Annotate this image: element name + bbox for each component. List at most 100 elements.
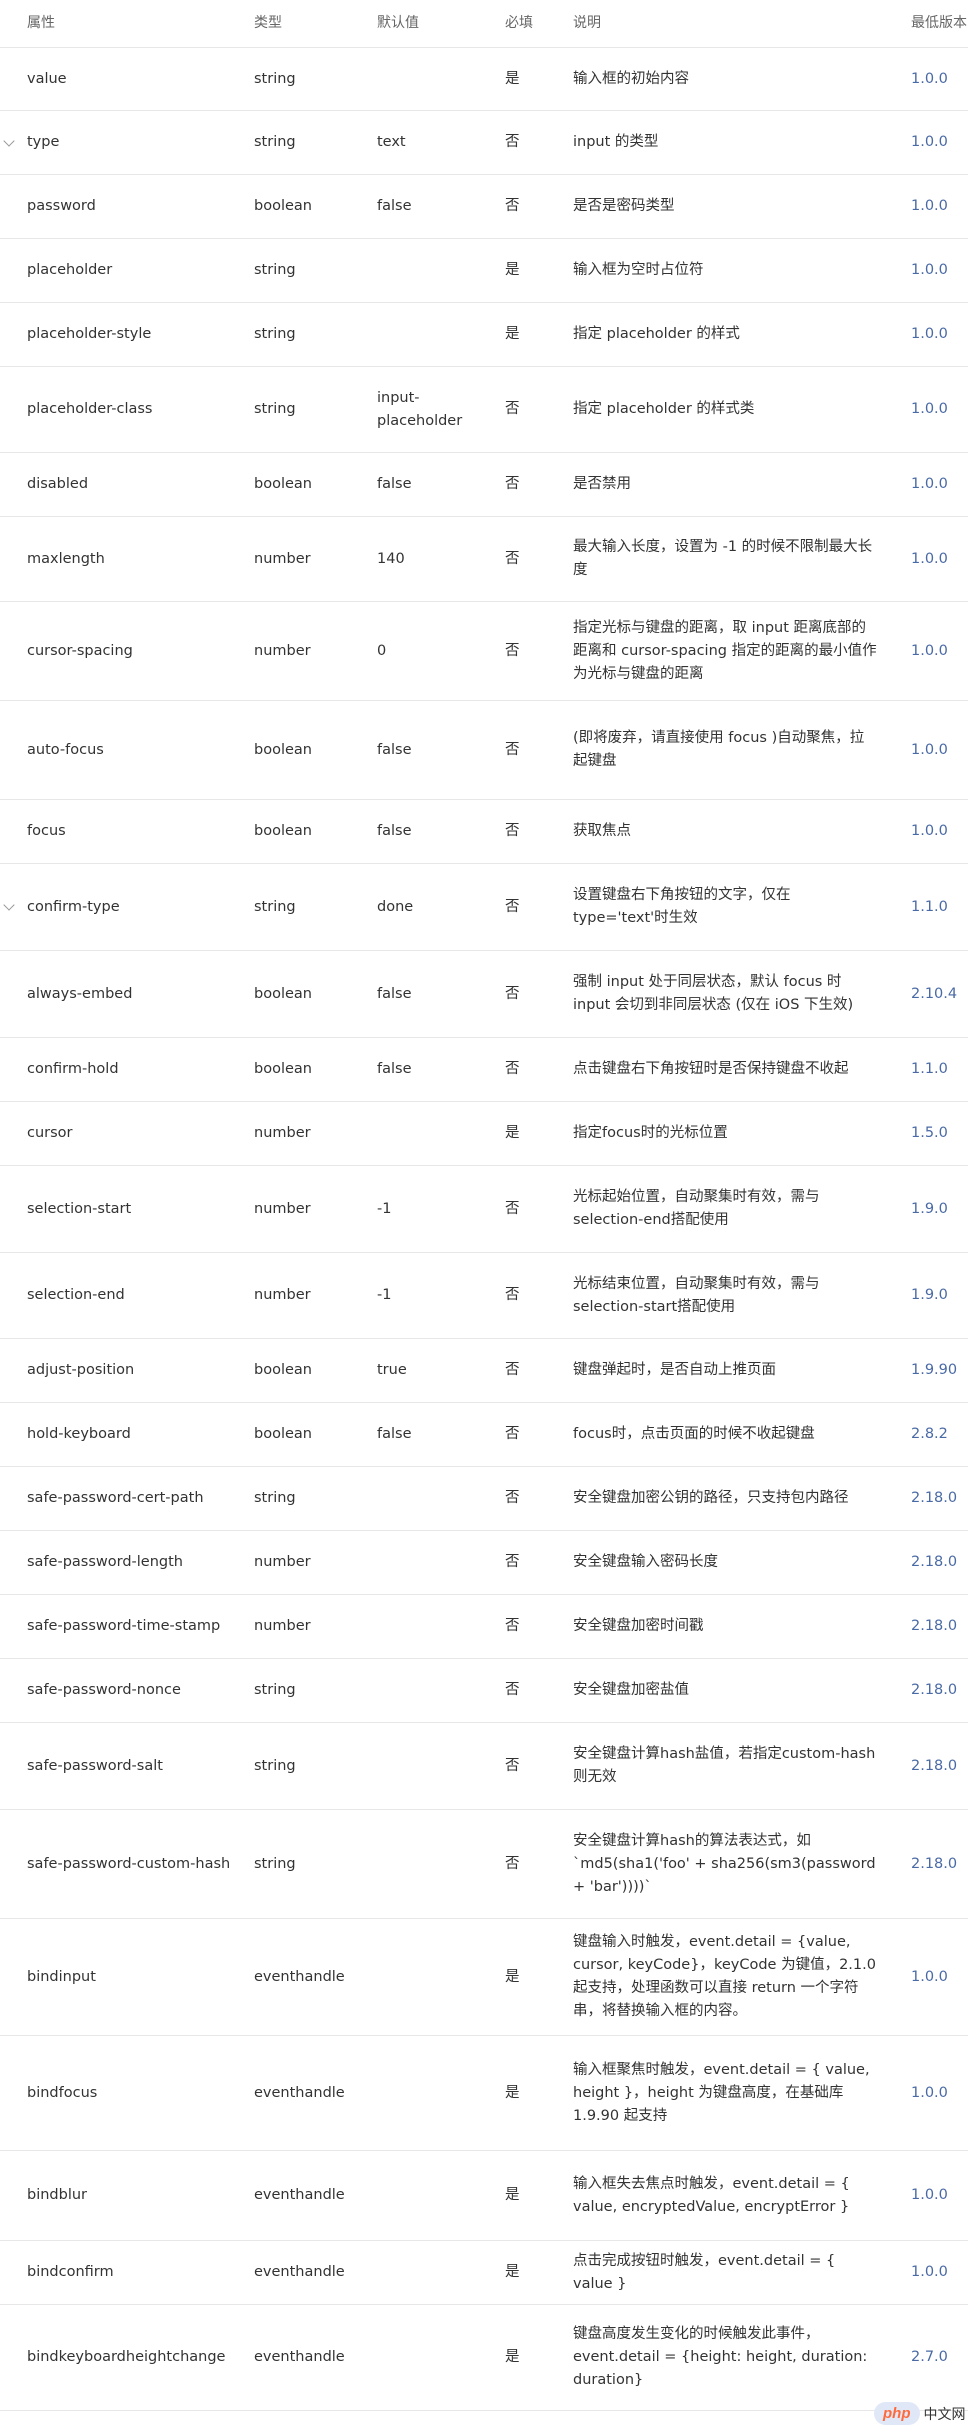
cell-default — [377, 1723, 492, 1809]
cell-default-text: false — [377, 476, 412, 492]
cell-version[interactable]: 1.0.0 — [911, 2036, 971, 2150]
cell-name-text: confirm-type — [27, 898, 120, 915]
cell-version[interactable]: 1.5.0 — [911, 1102, 971, 1165]
cell-name-text: safe-password-time-stamp — [27, 1618, 221, 1634]
cell-version-text: 1.0.0 — [911, 2187, 948, 2203]
cell-default: 0 — [377, 602, 492, 700]
cell-name: adjust-position — [27, 1339, 252, 1402]
table-body: value string 是 输入框的初始内容 1.0.0 type string text 否… — [0, 48, 968, 2411]
cell-description-text: 安全键盘输入密码长度 — [573, 1554, 718, 1570]
cell-type: boolean — [254, 800, 374, 863]
site-name: 中文网 — [923, 2406, 966, 2423]
cell-version[interactable]: 2.18.0 — [911, 1810, 971, 1918]
cell-type-text: boolean — [254, 823, 312, 839]
cell-version-text: 1.0.0 — [911, 134, 948, 150]
table-row: selection-start number -1 否 光标起始位置，自动聚集时有效，需… — [0, 1166, 968, 1253]
table-row: placeholder-style string 是 指定 placeholder 的… — [0, 303, 968, 367]
cell-version[interactable]: 1.0.0 — [911, 1919, 971, 2035]
cell-required-text: 是 — [505, 2084, 520, 2101]
cell-name: placeholder-style — [27, 303, 252, 366]
cell-name: placeholder — [27, 239, 252, 302]
cell-version[interactable]: 1.0.0 — [911, 602, 971, 700]
cell-version[interactable]: 1.1.0 — [911, 864, 971, 950]
cell-version[interactable]: 1.0.0 — [911, 303, 971, 366]
cell-type-text: number — [254, 1287, 311, 1303]
cell-version-text: 2.18.0 — [911, 1618, 958, 1634]
properties-table: 属性 类型 默认值 必填 说明 最低版本 value string 是 输入框的初始内… — [0, 0, 968, 2411]
cell-required-text: 是 — [505, 2264, 520, 2280]
cell-version[interactable]: 2.18.0 — [911, 1531, 971, 1594]
table-header: 属性 类型 默认值 必填 说明 最低版本 — [0, 0, 968, 48]
cell-default — [377, 2151, 492, 2240]
cell-required-text: 否 — [505, 985, 520, 1002]
cell-version[interactable]: 1.0.0 — [911, 2151, 971, 2240]
cell-version[interactable]: 1.0.0 — [911, 453, 971, 516]
header-version: 最低版本 — [911, 15, 967, 31]
cell-description: 最大输入长度，设置为 -1 的时候不限制最大长度 — [573, 517, 878, 601]
cell-name-text: placeholder — [27, 262, 113, 278]
cell-default: false — [377, 1403, 492, 1466]
cell-version[interactable]: 2.18.0 — [911, 1595, 971, 1658]
cell-description: 安全键盘加密时间戳 — [573, 1595, 878, 1658]
cell-type-text: string — [254, 898, 296, 915]
cell-version[interactable]: 1.0.0 — [911, 800, 971, 863]
cell-version-text: 1.0.0 — [911, 642, 948, 659]
cell-version[interactable]: 1.0.0 — [911, 175, 971, 238]
cell-name: bindkeyboardheightchange — [27, 2305, 252, 2410]
cell-description-text: 最大输入长度，设置为 -1 的时候不限制最大长度 — [573, 539, 873, 578]
cell-description-text: 键盘弹起时，是否自动上推页面 — [573, 1362, 776, 1378]
cell-description: 强制 input 处于同层状态，默认 focus 时 input 会切到非同层状… — [573, 951, 878, 1037]
cell-required: 否 — [505, 517, 545, 601]
cell-version[interactable]: 2.18.0 — [911, 1723, 971, 1809]
cell-required-text: 是 — [505, 1125, 520, 1141]
cell-default: false — [377, 701, 492, 799]
cell-type-text: boolean — [254, 476, 312, 492]
cell-version[interactable]: 1.0.0 — [911, 517, 971, 601]
cell-type-text: number — [254, 642, 311, 659]
cell-version[interactable]: 1.0.0 — [911, 48, 971, 110]
cell-default: true — [377, 1339, 492, 1402]
cell-default-text: false — [377, 985, 412, 1002]
cell-version[interactable]: 1.1.0 — [911, 1038, 971, 1101]
cell-version[interactable]: 2.18.0 — [911, 1467, 971, 1530]
chevron-down-icon[interactable] — [3, 134, 15, 147]
cell-version[interactable]: 1.0.0 — [911, 701, 971, 799]
cell-description: 安全键盘输入密码长度 — [573, 1531, 878, 1594]
cell-description: 指定 placeholder 的样式 — [573, 303, 878, 366]
cell-version-text: 1.9.0 — [911, 1287, 948, 1303]
cell-version-text: 1.9.0 — [911, 1200, 948, 1217]
cell-type: string — [254, 1659, 374, 1722]
table-row: safe-password-nonce string 否 安全键盘加密盐值 2.18.0 — [0, 1659, 968, 1723]
cell-version[interactable]: 1.0.0 — [911, 239, 971, 302]
cell-version[interactable]: 1.0.0 — [911, 2241, 971, 2304]
cell-description-text: 输入框聚焦时触发，event.detail = { value, height … — [573, 2061, 870, 2124]
cell-version[interactable]: 1.0.0 — [911, 111, 971, 174]
chevron-down-icon[interactable] — [3, 899, 15, 911]
cell-default — [377, 1467, 492, 1530]
cell-required: 否 — [505, 1723, 545, 1809]
cell-type: string — [254, 367, 374, 452]
cell-name: safe-password-cert-path — [27, 1467, 252, 1530]
cell-type-text: number — [254, 1618, 311, 1634]
cell-type-text: boolean — [254, 741, 312, 758]
cell-version[interactable]: 2.18.0 — [911, 1659, 971, 1722]
cell-type-text: string — [254, 70, 296, 87]
cell-name-text: bindkeyboardheightchange — [27, 2349, 226, 2365]
cell-default: false — [377, 453, 492, 516]
cell-version[interactable]: 1.9.0 — [911, 1253, 971, 1338]
cell-version[interactable]: 1.9.90 — [911, 1339, 971, 1402]
cell-version[interactable]: 2.10.4 — [911, 951, 971, 1037]
cell-version[interactable]: 1.9.0 — [911, 1166, 971, 1252]
cell-required: 是 — [505, 1919, 545, 2035]
table-row: focus boolean false 否 获取焦点 1.0.0 — [0, 800, 968, 864]
cell-default-text: false — [377, 1426, 412, 1442]
cell-required: 是 — [505, 2036, 545, 2150]
cell-version[interactable]: 1.0.0 — [911, 367, 971, 452]
cell-default: false — [377, 800, 492, 863]
cell-default-text: input-placeholder — [377, 389, 463, 429]
cell-name: password — [27, 175, 252, 238]
cell-version[interactable]: 2.7.0 — [911, 2305, 971, 2410]
cell-version[interactable]: 2.8.2 — [911, 1403, 971, 1466]
cell-type-text: string — [254, 1490, 296, 1506]
cell-type-text: eventhandle — [254, 2264, 345, 2280]
